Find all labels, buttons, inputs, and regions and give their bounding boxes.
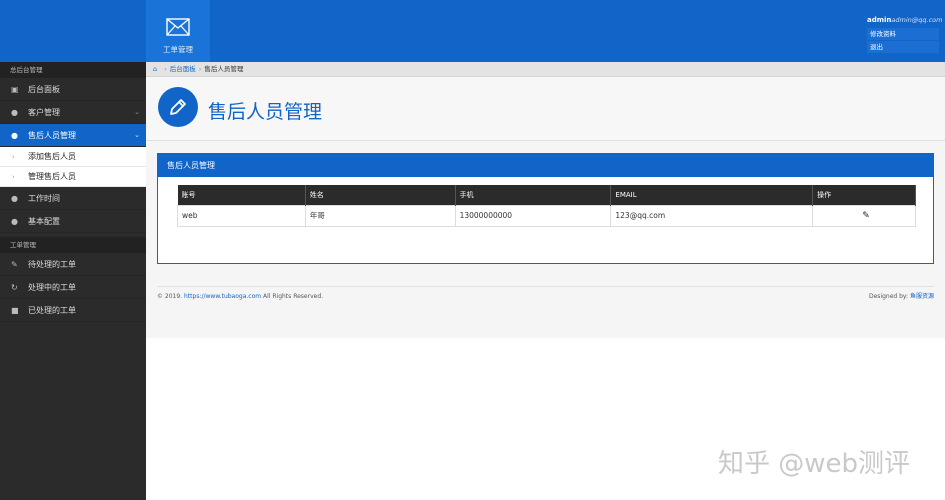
comments-icon: ● <box>11 217 18 226</box>
sidebar-item-customers[interactable]: ● 客户管理 ⌄ <box>0 101 146 124</box>
sidebar-item-after-sales-staff[interactable]: ● 售后人员管理 ⌄ <box>0 124 146 147</box>
sidebar: 总后台管理 ▣ 后台面板 ● 客户管理 ⌄ ● 售后人员管理 ⌄ › 添加售后人… <box>0 62 146 500</box>
page-icon <box>158 87 198 127</box>
cell-account: web <box>177 204 306 227</box>
comments-icon: ● <box>11 131 18 140</box>
chevron-down-icon: ⌄ <box>134 131 140 139</box>
top-bar: 工单管理 adminadmin@qq.com 修改资料 退出 <box>0 0 945 62</box>
breadcrumb-separator: › <box>164 65 167 73</box>
site-link[interactable]: https://www.tubaoga.com <box>184 293 261 300</box>
sidebar-section-title: 工单管理 <box>0 237 146 253</box>
sidebar-item-label: 待处理的工单 <box>28 260 76 269</box>
sidebar-subitem-manage-staff[interactable]: › 管理售后人员 <box>0 167 146 187</box>
sidebar-item-label: 工作时间 <box>28 194 60 203</box>
pencil-icon: ✎ <box>11 260 18 269</box>
envelope-icon <box>166 18 190 36</box>
user-email: admin@qq.com <box>891 16 943 24</box>
monitor-icon: ▣ <box>11 85 19 94</box>
designer-link[interactable]: 鱼服资源 <box>910 293 934 300</box>
logout-link[interactable]: 退出 <box>867 41 939 53</box>
briefcase-icon: ■ <box>11 306 19 315</box>
edit-profile-link[interactable]: 修改资料 <box>867 28 939 40</box>
sidebar-item-work-hours[interactable]: ● 工作时间 <box>0 187 146 210</box>
panel-title: 售后人员管理 <box>158 154 933 177</box>
designed-by-label: Designed by: <box>869 293 910 300</box>
sidebar-item-pending-tickets[interactable]: ✎ 待处理的工单 <box>0 253 146 276</box>
sidebar-item-label: 基本配置 <box>28 217 60 226</box>
cell-email: 123@qq.com <box>610 204 814 227</box>
designed-by: Designed by: 鱼服资源 <box>869 287 934 307</box>
sidebar-subitem-label: 添加售后人员 <box>28 152 76 161</box>
comments-icon: ● <box>11 194 18 203</box>
home-icon[interactable]: ⌂ <box>153 65 157 73</box>
page-header: 售后人员管理 <box>146 77 945 141</box>
copyright-suffix: All Rights Reserved. <box>261 293 324 300</box>
breadcrumb: ⌂ › 后台面板 › 售后人员管理 <box>146 62 945 77</box>
sidebar-item-label: 处理中的工单 <box>28 283 76 292</box>
staff-table: 账号 姓名 手机 EMAIL 操作 web 年哥 13000000000 123… <box>177 185 916 227</box>
footer: © 2019. https://www.tubaoga.com All Righ… <box>157 286 934 306</box>
user-name: admin <box>867 16 892 24</box>
breadcrumb-link-dashboard[interactable]: 后台面板 <box>170 65 196 73</box>
chevron-down-icon: ⌄ <box>134 108 140 116</box>
chevron-right-icon: › <box>12 153 15 161</box>
watermark: 知乎 @web测评 <box>718 449 911 479</box>
sidebar-item-label: 后台面板 <box>28 85 60 94</box>
breadcrumb-current: 售后人员管理 <box>204 65 244 73</box>
cell-name: 年哥 <box>304 204 456 227</box>
column-header-account: 账号 <box>177 185 306 205</box>
sidebar-item-processing-tickets[interactable]: ↻ 处理中的工单 <box>0 276 146 299</box>
table-header-row: 账号 姓名 手机 EMAIL 操作 <box>177 185 916 205</box>
sidebar-item-label: 已处理的工单 <box>28 306 76 315</box>
user-box: adminadmin@qq.com 修改资料 退出 <box>867 16 943 54</box>
refresh-icon: ↻ <box>11 283 18 292</box>
edit-icon[interactable]: ✎ <box>862 211 870 221</box>
sidebar-subitem-label: 管理售后人员 <box>28 172 76 181</box>
sidebar-item-label: 售后人员管理 <box>28 131 76 140</box>
sidebar-item-label: 客户管理 <box>28 108 60 117</box>
sidebar-subitem-add-staff[interactable]: › 添加售后人员 <box>0 147 146 167</box>
staff-panel: 售后人员管理 账号 姓名 手机 EMAIL 操作 web 年哥 13000000… <box>157 153 934 264</box>
copyright-prefix: © 2019. <box>157 293 184 300</box>
page-title: 售后人员管理 <box>208 101 323 123</box>
column-header-email: EMAIL <box>610 185 814 205</box>
user-line: adminadmin@qq.com <box>867 16 943 24</box>
sidebar-item-done-tickets[interactable]: ■ 已处理的工单 <box>0 299 146 322</box>
column-header-actions: 操作 <box>812 185 916 205</box>
column-header-name: 姓名 <box>305 185 456 205</box>
pencil-icon <box>170 99 186 115</box>
user-icon: ● <box>11 108 18 117</box>
table-row: web 年哥 13000000000 123@qq.com ✎ <box>177 204 916 227</box>
ticket-management-tile[interactable]: 工单管理 <box>146 0 210 62</box>
sidebar-section-title: 总后台管理 <box>0 62 146 78</box>
cell-phone: 13000000000 <box>454 204 612 227</box>
sidebar-item-dashboard[interactable]: ▣ 后台面板 <box>0 78 146 101</box>
breadcrumb-separator: › <box>198 65 202 73</box>
chevron-right-icon: › <box>12 173 15 181</box>
sidebar-item-basic-config[interactable]: ● 基本配置 <box>0 210 146 233</box>
tile-label: 工单管理 <box>163 45 193 54</box>
user-menu: 修改资料 退出 <box>867 28 939 53</box>
main-content: ⌂ › 后台面板 › 售后人员管理 售后人员管理 售后人员管理 账号 姓名 手机 EMA… <box>146 62 945 338</box>
column-header-phone: 手机 <box>455 185 612 205</box>
cell-actions: ✎ <box>812 204 916 227</box>
